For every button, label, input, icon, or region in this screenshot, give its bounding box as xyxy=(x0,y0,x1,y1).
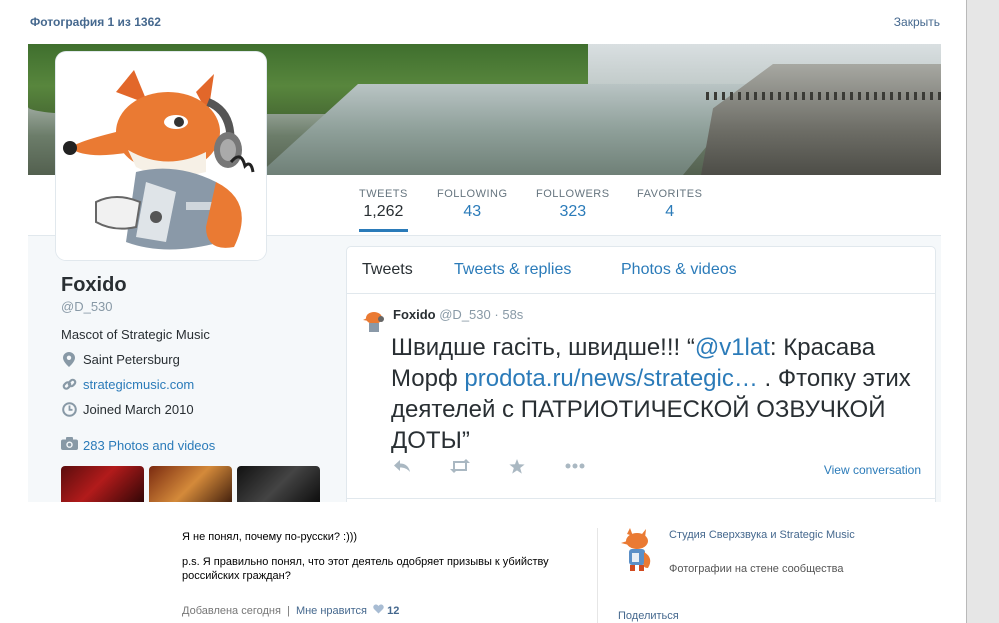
profile-joined-row: Joined March 2010 xyxy=(61,401,331,417)
stat-label: TWEETS xyxy=(359,188,408,200)
stat-label: FOLLOWING xyxy=(437,188,508,200)
photo-counter: Фотография 1 из 1362 xyxy=(30,15,161,29)
tweet-text-part: Швидше гасіть, швидше!!! “ xyxy=(391,334,695,361)
view-conversation-link[interactable]: View conversation xyxy=(824,463,921,477)
stat-tweets[interactable]: TWEETS 1,262 xyxy=(359,188,408,232)
stat-label: FAVORITES xyxy=(637,188,703,200)
media-thumb[interactable] xyxy=(149,466,232,502)
stat-following[interactable]: FOLLOWING 43 xyxy=(437,188,508,221)
camera-icon xyxy=(61,437,78,453)
viewer-topbar: Фотография 1 из 1362 Закрыть xyxy=(0,0,966,44)
profile-location-row: Saint Petersburg xyxy=(61,351,331,367)
more-dots-icon[interactable] xyxy=(565,459,585,478)
heart-icon[interactable] xyxy=(373,604,387,617)
fox-mascot-image xyxy=(56,52,266,260)
tab-tweets-replies[interactable]: Tweets & replies xyxy=(454,261,571,279)
tweet-header: Foxido @D_530 · 58s xyxy=(393,307,523,322)
stat-favorites[interactable]: FAVORITES 4 xyxy=(637,188,702,221)
media-thumb[interactable] xyxy=(237,466,320,502)
share-button[interactable]: Поделиться xyxy=(618,610,679,622)
like-button[interactable]: Мне нравится xyxy=(296,605,367,617)
tweet-item[interactable]: Foxido @D_530 · 58s Швидше гасіть, швидш… xyxy=(347,294,935,499)
meta-separator: | xyxy=(287,605,290,617)
tweet-url-link[interactable]: prodota.ru/news/strategic… xyxy=(464,365,757,392)
like-count[interactable]: 12 xyxy=(387,605,399,617)
media-thumb[interactable] xyxy=(61,466,144,502)
community-avatar[interactable] xyxy=(620,528,656,572)
profile-joined: Joined March 2010 xyxy=(83,401,194,417)
profile-name[interactable]: Foxido xyxy=(61,274,331,297)
photo-description: Я не понял, почему по-русски? :))) p.s. … xyxy=(182,530,562,594)
community-title[interactable]: Студия Сверхзвука и Strategic Music xyxy=(669,528,869,542)
stat-value: 4 xyxy=(665,203,675,220)
media-thumbnails xyxy=(61,466,321,502)
retweet-icon[interactable] xyxy=(449,459,471,478)
close-button[interactable]: Закрыть xyxy=(894,15,940,29)
profile-website-row: strategicmusic.com xyxy=(61,376,331,392)
location-pin-icon xyxy=(61,351,77,367)
timeline-panel: Tweets Tweets & replies Photos & videos … xyxy=(346,246,936,502)
tweet-dot: · xyxy=(494,307,499,322)
photo-viewer: Фотография 1 из 1362 Закрыть TWEETS 1,26… xyxy=(0,0,967,623)
tweet-author-name[interactable]: Foxido xyxy=(393,307,436,322)
description-line: Я не понял, почему по-русски? :))) xyxy=(182,531,358,543)
description-line: p.s. Я правильно понял, что этот деятель… xyxy=(182,556,549,582)
album-subtitle[interactable]: Фотографии на стене сообщества xyxy=(669,562,869,576)
stat-label: FOLLOWERS xyxy=(536,188,610,200)
link-icon xyxy=(61,376,77,392)
tab-photos-videos[interactable]: Photos & videos xyxy=(621,261,737,279)
tweet-avatar[interactable] xyxy=(361,308,387,334)
tab-tweets[interactable]: Tweets xyxy=(362,261,413,279)
stat-followers[interactable]: FOLLOWERS 323 xyxy=(536,188,610,221)
profile-info: Foxido @D_530 Mascot of Strategic Music … xyxy=(61,274,331,453)
photos-videos-label: 283 Photos and videos xyxy=(83,437,216,453)
screenshot-image: TWEETS 1,262 FOLLOWING 43 FOLLOWERS 323 … xyxy=(28,44,941,502)
photo-meta: Добавлена сегодня | Мне нравится 12 xyxy=(182,604,399,617)
clock-icon xyxy=(61,401,77,417)
stat-value: 323 xyxy=(559,203,587,220)
tweet-text: Швидше гасіть, швидше!!! “@v1lat: Красав… xyxy=(391,332,921,456)
profile-location: Saint Petersburg xyxy=(83,351,180,367)
reply-icon[interactable] xyxy=(393,459,411,478)
profile-avatar[interactable] xyxy=(56,52,266,260)
added-date: Добавлена сегодня xyxy=(182,605,281,617)
tweet-author-handle[interactable]: @D_530 xyxy=(439,307,491,322)
photos-videos-link[interactable]: 283 Photos and videos xyxy=(61,437,331,453)
profile-bio: Mascot of Strategic Music xyxy=(61,327,210,342)
profile-website-link[interactable]: strategicmusic.com xyxy=(83,377,194,392)
tweet-mention-link[interactable]: @v1lat xyxy=(695,334,770,361)
profile-handle[interactable]: @D_530 xyxy=(61,299,331,314)
timeline-tabs: Tweets Tweets & replies Photos & videos xyxy=(347,247,935,294)
stat-value: 43 xyxy=(463,203,482,220)
stat-value: 1,262 xyxy=(363,203,404,220)
album-sidebar: Студия Сверхзвука и Strategic Music Фото… xyxy=(597,528,928,623)
tweet-time[interactable]: 58s xyxy=(502,307,523,322)
favorite-star-icon[interactable] xyxy=(509,459,525,479)
